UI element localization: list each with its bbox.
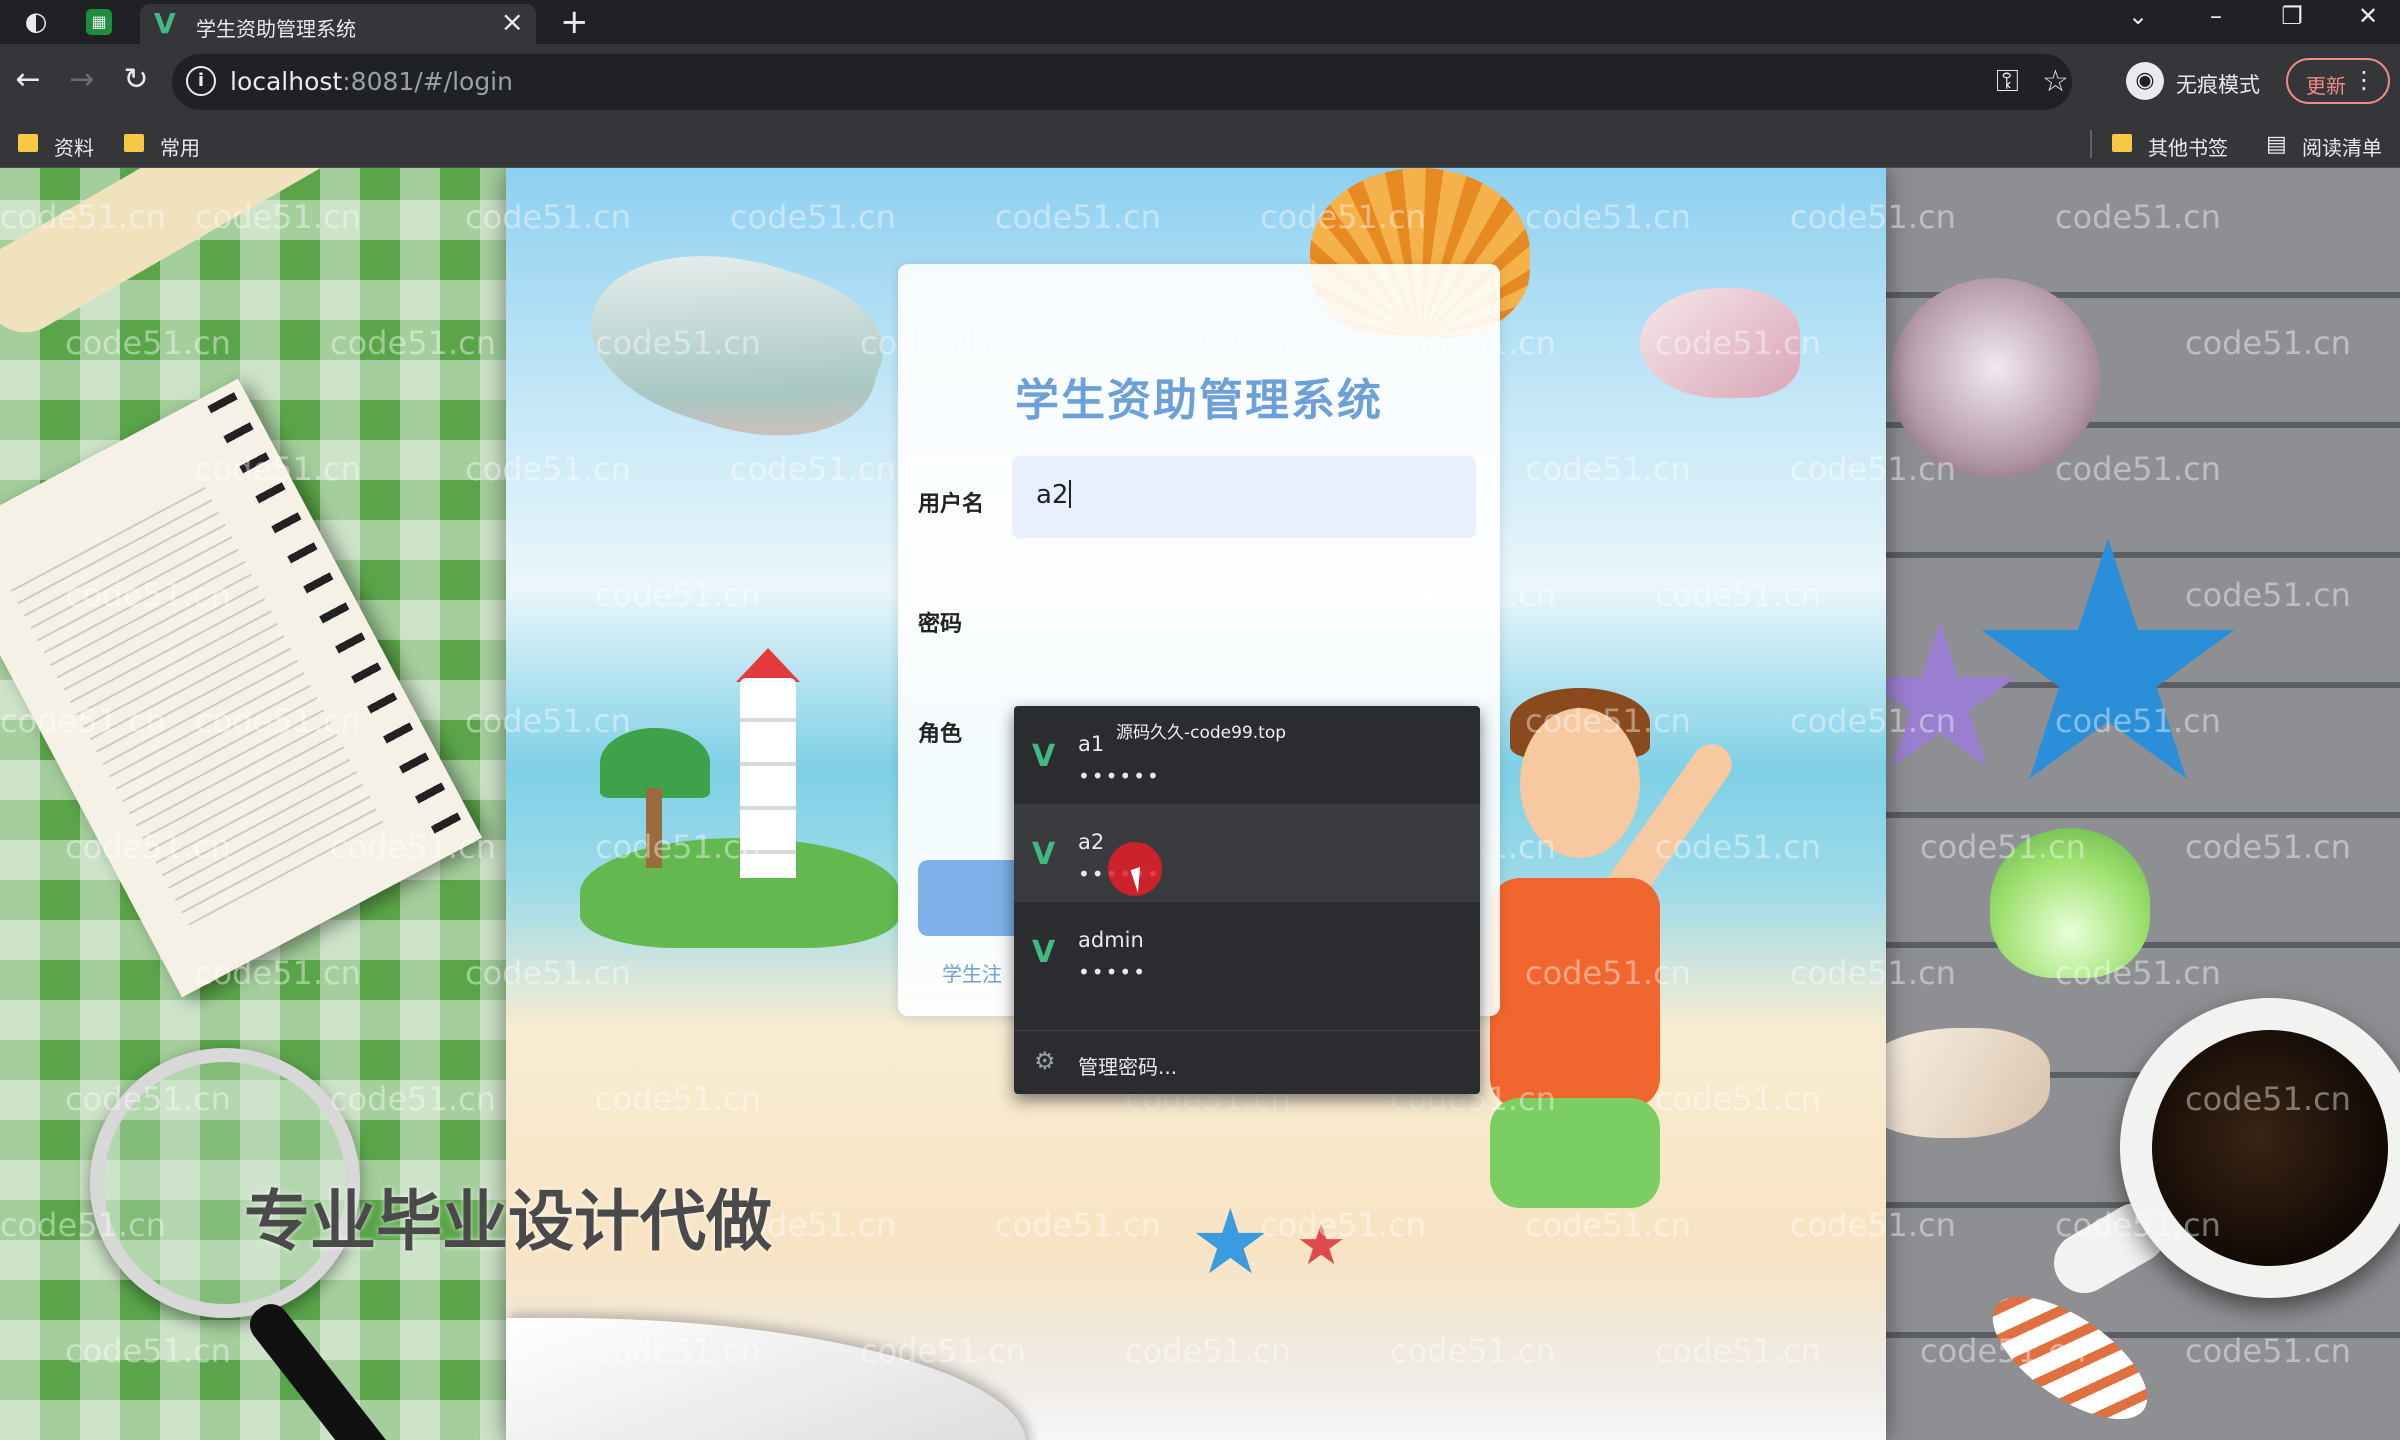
manage-passwords-item[interactable]: ⚙ 管理密码... bbox=[1014, 1030, 1480, 1094]
new-tab-button[interactable]: + bbox=[560, 2, 589, 42]
password-label: 密码 bbox=[918, 612, 963, 637]
page-title: 学生资助管理系统 bbox=[1015, 375, 1383, 426]
more-icon: ⋮ bbox=[2352, 66, 2376, 94]
bookmarks-bar: 资料 常用 其他书签 ▤ 阅读清单 bbox=[0, 120, 2400, 168]
reading-list-icon[interactable]: ▤ bbox=[2266, 132, 2287, 157]
bookmark-label: 常用 bbox=[160, 136, 200, 160]
coffee bbox=[2152, 1030, 2388, 1266]
spiral-shell-icon bbox=[1890, 278, 2100, 478]
role-label: 角色 bbox=[918, 722, 963, 747]
incognito-profile[interactable]: ◉ 无痕模式 bbox=[2126, 56, 2272, 108]
red-starfish-small-icon: ★ bbox=[1296, 1213, 1347, 1278]
restore-button[interactable]: ❐ bbox=[2272, 2, 2312, 30]
back-button[interactable]: ← bbox=[8, 60, 48, 100]
lighthouse-roof bbox=[736, 648, 800, 682]
autofill-password-mask: ••••• bbox=[1078, 960, 1147, 984]
vue-site-icon: V bbox=[1032, 837, 1056, 872]
incognito-icon: ◉ bbox=[2126, 62, 2164, 100]
student-register-link[interactable]: 学生注 bbox=[942, 958, 1002, 987]
blue-starfish-small-icon: ★ bbox=[1190, 1190, 1271, 1295]
sheets-tab-icon[interactable]: ▦ bbox=[86, 9, 112, 35]
browser-toolbar: ← → ↻ i localhost:8081/#/login ⚿ ☆ ◉ 无痕模… bbox=[0, 44, 2400, 120]
autofill-item-admin[interactable]: V admin ••••• bbox=[1014, 902, 1480, 1000]
boy-head bbox=[1520, 708, 1640, 858]
tab-search-icon[interactable]: ⌄ bbox=[2118, 2, 2158, 30]
autofill-item-a2[interactable]: V a2 •••••• bbox=[1014, 804, 1480, 902]
folder-icon bbox=[2112, 134, 2132, 152]
green-shell-icon bbox=[1990, 828, 2150, 978]
tab-active[interactable]: V 学生资助管理系统 × bbox=[140, 4, 536, 44]
autofill-password-mask: •••••• bbox=[1078, 764, 1161, 788]
password-autofill-dropdown: V a1 •••••• V a2 •••••• V admin ••••• ⚙ … bbox=[1014, 706, 1480, 1094]
gear-icon: ⚙ bbox=[1034, 1047, 1056, 1075]
manage-passwords-label: 管理密码... bbox=[1078, 1055, 1178, 1079]
reload-button[interactable]: ↻ bbox=[116, 60, 156, 100]
cartoon-boy-illustration bbox=[1470, 688, 1830, 1388]
site-info-icon[interactable]: i bbox=[186, 66, 216, 96]
folder-icon bbox=[124, 134, 144, 152]
url-text: localhost:8081/#/login bbox=[230, 67, 513, 96]
lighthouse-icon bbox=[740, 678, 796, 878]
bookmark-star-icon[interactable]: ☆ bbox=[2042, 64, 2069, 99]
username-value: a2 bbox=[1036, 480, 1072, 510]
minimize-button[interactable]: – bbox=[2196, 2, 2236, 30]
promo-overlay-text: 专业毕业设计代做 bbox=[244, 1183, 772, 1260]
vue-site-icon: V bbox=[1032, 935, 1056, 970]
close-window-button[interactable]: ✕ bbox=[2348, 2, 2388, 30]
address-bar[interactable]: i localhost:8081/#/login ⚿ ☆ bbox=[172, 54, 2072, 110]
browser-menu-icon[interactable]: ◐ bbox=[20, 6, 52, 38]
vue-favicon-icon: V bbox=[154, 7, 176, 40]
boy-shorts bbox=[1490, 1098, 1660, 1208]
lighthouse-island bbox=[580, 638, 900, 968]
tab-close-icon[interactable]: × bbox=[501, 8, 524, 36]
update-label: 更新 bbox=[2306, 74, 2346, 98]
autofill-username: admin bbox=[1078, 928, 1144, 952]
life-vest bbox=[1490, 878, 1660, 1108]
bookmark-label: 资料 bbox=[54, 136, 94, 160]
autofill-username: a2 bbox=[1078, 830, 1105, 854]
pink-shell-icon bbox=[1640, 288, 1800, 398]
overlay-watermark-text: 源码久久-code99.top bbox=[1116, 723, 1287, 743]
username-input[interactable]: a2 bbox=[1012, 456, 1476, 538]
tab-title: 学生资助管理系统 bbox=[196, 17, 356, 41]
update-button[interactable]: 更新 ⋮ bbox=[2286, 58, 2390, 104]
key-icon[interactable]: ⚿ bbox=[1996, 64, 2019, 99]
profile-label: 无痕模式 bbox=[2176, 73, 2260, 97]
vue-site-icon: V bbox=[1032, 739, 1056, 774]
bookmark-label: 其他书签 bbox=[2148, 136, 2228, 160]
username-label: 用户名 bbox=[918, 492, 985, 517]
tab-strip: ◐ ▦ V 学生资助管理系统 × + ⌄ – ❐ ✕ bbox=[0, 0, 2400, 44]
forward-button[interactable]: → bbox=[62, 60, 102, 100]
folder-icon bbox=[18, 134, 38, 152]
palm-trunk bbox=[646, 788, 662, 868]
coffee-cup-decoration bbox=[2120, 998, 2400, 1298]
autofill-username: a1 bbox=[1078, 732, 1105, 756]
reading-list-label: 阅读清单 bbox=[2302, 136, 2382, 160]
bookmarks-divider bbox=[2090, 130, 2092, 158]
